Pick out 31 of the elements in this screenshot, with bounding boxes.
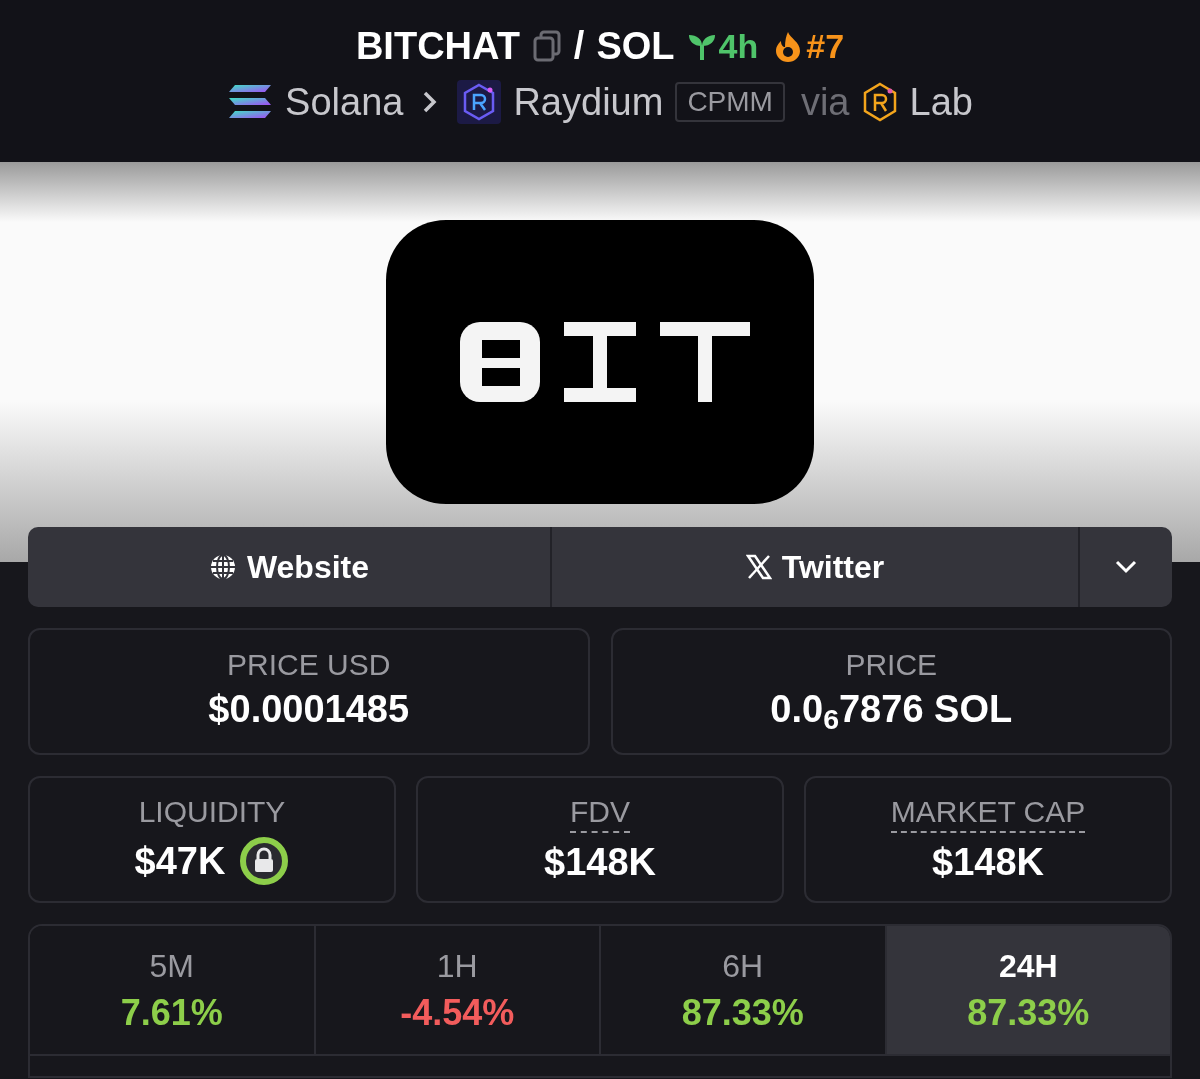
trending-rank: #7 — [806, 28, 845, 63]
stat-label: LIQUIDITY — [138, 793, 286, 830]
stat-value: $148K — [932, 839, 1044, 885]
token-symbol: BITCHAT — [355, 26, 520, 65]
price-label: PRICE USD — [227, 649, 391, 680]
via-label: via — [800, 82, 850, 121]
website-link[interactable]: Website — [28, 527, 552, 607]
launchpad-name[interactable]: Lab — [909, 82, 973, 121]
stat-label: MARKET CAP — [890, 793, 1086, 833]
chain-name[interactable]: Solana — [285, 82, 404, 121]
pair-separator: / — [573, 23, 585, 68]
price-value: $0.0001485 — [208, 686, 410, 732]
dex-name[interactable]: Raydium — [513, 82, 664, 121]
pool-type-badge: CPMM — [675, 81, 785, 122]
twitter-link[interactable]: Twitter — [552, 527, 1080, 607]
price-value: 0.0$_{6}$7876 SOL — [770, 686, 1013, 734]
stat-value: $148K — [544, 839, 656, 885]
copy-icon[interactable] — [531, 29, 562, 62]
timeframe-tab[interactable]: 24H 87.33% — [886, 926, 1170, 1054]
pair-age: 4h — [718, 28, 759, 63]
x-logo-icon — [745, 554, 772, 580]
quote-symbol: SOL — [596, 26, 675, 65]
price-label: PRICE — [845, 649, 938, 680]
chevron-down-icon — [1114, 559, 1138, 575]
hexagon-logo-icon — [457, 79, 502, 124]
timeframe-tab[interactable]: 5M 7.61% — [30, 926, 316, 1054]
hexagon-logo-icon — [861, 81, 898, 122]
stat-label: FDV — [570, 793, 630, 833]
solana-logo-icon — [227, 82, 274, 121]
globe-icon — [208, 553, 237, 581]
stat-value: $47K — [134, 838, 226, 884]
